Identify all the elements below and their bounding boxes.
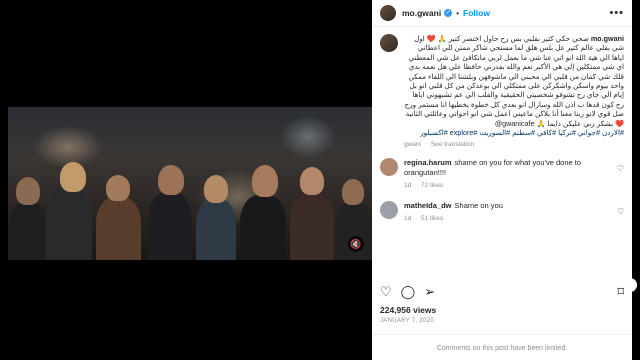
separator: • [456, 8, 460, 18]
comment-age: 1d [404, 182, 412, 190]
share-icon[interactable]: ➢ [424, 284, 435, 300]
save-icon[interactable]: ⌑ [617, 284, 624, 300]
caption-age: gwani [404, 141, 421, 149]
divider [372, 334, 632, 335]
comments-limited-notice: Comments on this post have been limited. [436, 345, 568, 352]
video-frame [8, 107, 372, 260]
comment-likes[interactable]: 72 likes [421, 182, 443, 189]
mute-icon[interactable]: 🔇 [348, 236, 364, 252]
caption-text: ﺻﺤﻲ ﺣﻜﻲ ﻛﺘﻴﺮ ﺑﻘﻠﺒﻲ ﺑﺲ رح ﺣﺎول اﺧﺘﺼﺮ ﻛﺘﻴﺮ… [404, 34, 625, 128]
comment-avatar[interactable] [380, 158, 398, 177]
view-count[interactable]: 224,956 views [380, 305, 436, 315]
comment-icon[interactable]: ◯ [401, 284, 416, 300]
comment-like-heart-icon[interactable]: ♡ [617, 207, 624, 216]
post-header: mo.gwani ✓ • Follow ••• [372, 0, 632, 27]
post-date: January 7, 2020 [380, 318, 434, 324]
comment-username[interactable]: matheIda_dw [404, 201, 452, 210]
comment-item: matheIda_dw Shame on you 1d 51 likes ♡ [380, 201, 624, 224]
comment-username[interactable]: regina.harum [404, 158, 452, 167]
see-translation-link[interactable]: See translation [431, 141, 474, 148]
comment-avatar[interactable] [380, 201, 398, 220]
caption-meta: gwani See translation [404, 141, 624, 148]
comment-like-heart-icon[interactable]: ♡ [617, 164, 624, 173]
heart-icon[interactable]: ♡ [380, 284, 392, 300]
verified-icon: ✓ [444, 9, 453, 17]
action-bar: ♡ ◯ ➢ ⌑ [380, 284, 624, 300]
post-details-panel: mo.gwani ✓ • Follow ••• mo.gwani ﺻﺤﻲ ﺣﻜﻲ… [372, 0, 632, 360]
follow-button[interactable]: Follow [463, 8, 490, 18]
comment-likes[interactable]: 51 likes [421, 215, 443, 222]
comment-age: 1d [404, 215, 412, 223]
comment-text: Shame on you [454, 201, 503, 211]
more-options-icon[interactable]: ••• [609, 7, 624, 19]
caption: mo.gwani ﺻﺤﻲ ﺣﻜﻲ ﻛﺘﻴﺮ ﺑﻘﻠﺒﻲ ﺑﺲ رح ﺣﺎول ا… [380, 34, 624, 137]
caption-hashtags[interactable]: #الاردن #جواني #تركيا #كافي #سطنم #السور… [420, 128, 624, 137]
comment-item: regina.harum shame on you for what you've… [380, 158, 624, 191]
comments-section[interactable]: mo.gwani ﺻﺤﻲ ﺣﻜﻲ ﻛﺘﻴﺮ ﺑﻘﻠﺒﻲ ﺑﺲ رح ﺣﺎول ا… [372, 34, 632, 282]
caption-avatar[interactable] [380, 34, 398, 52]
avatar[interactable] [380, 5, 396, 21]
video-player[interactable]: 🔇 [8, 107, 372, 260]
caption-username[interactable]: mo.gwani [591, 34, 624, 43]
header-username[interactable]: mo.gwani [402, 8, 441, 18]
